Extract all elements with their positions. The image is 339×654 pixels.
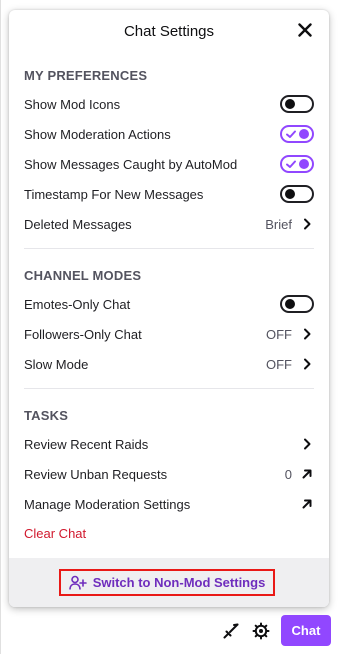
switch-to-non-mod-settings-button[interactable]: Switch to Non-Mod Settings [59,569,275,596]
toggle-knob [299,159,309,169]
check-icon [286,160,296,168]
row-show-moderation-actions[interactable]: Show Moderation Actions [24,122,314,146]
row-label: Review Unban Requests [24,466,168,482]
chat-settings-button[interactable] [251,621,271,641]
external-link-arrow-icon [300,497,314,511]
chevron-right-icon [300,217,314,231]
external-link-arrow-icon [300,467,314,481]
row-label: Deleted Messages [24,216,132,232]
row-followers-only-chat[interactable]: Followers-Only Chat OFF [24,322,314,346]
chevron-right-icon [300,437,314,451]
chat-settings-page: Chat Settings MY PREFERENCES Show Mod Ic… [0,0,339,654]
section-title-my-preferences: MY PREFERENCES [24,68,148,83]
deleted-messages-value: Brief [265,216,292,232]
panel-title: Chat Settings [123,23,215,40]
close-icon [298,23,312,37]
show-mod-icons-toggle[interactable] [280,95,314,113]
close-button[interactable] [295,20,315,40]
timestamp-toggle[interactable] [280,185,314,203]
toggle-knob [299,129,309,139]
row-label: Show Mod Icons [24,96,121,112]
slow-mode-value: OFF [266,356,292,372]
mod-tools-button[interactable] [221,621,241,641]
row-label: Show Moderation Actions [24,126,171,142]
panel-footer: Switch to Non-Mod Settings [9,558,329,607]
section-divider [24,388,314,389]
row-label: Slow Mode [24,356,89,372]
row-clear-chat[interactable]: Clear Chat [24,521,314,545]
toggle-knob [285,99,295,109]
gear-icon [252,622,270,639]
toggle-knob [285,299,295,309]
row-label: Followers-Only Chat [24,326,142,342]
show-moderation-actions-toggle[interactable] [280,125,314,143]
row-timestamp-for-new-messages[interactable]: Timestamp For New Messages [24,182,314,206]
row-show-messages-caught-by-automod[interactable]: Show Messages Caught by AutoMod [24,152,314,176]
row-label: Review Recent Raids [24,436,149,452]
row-review-unban-requests[interactable]: Review Unban Requests 0 [24,462,314,486]
user-add-icon [68,575,87,590]
left-edge-divider [0,0,1,654]
row-deleted-messages[interactable]: Deleted Messages Brief [24,212,314,236]
row-emotes-only-chat[interactable]: Emotes-Only Chat [24,292,314,316]
row-manage-moderation-settings[interactable]: Manage Moderation Settings [24,492,314,516]
unban-requests-count: 0 [284,466,292,482]
section-divider [24,248,314,249]
row-label: Timestamp For New Messages [24,186,204,202]
clear-chat-label: Clear Chat [24,525,87,541]
row-show-mod-icons[interactable]: Show Mod Icons [24,92,314,116]
followers-only-value: OFF [266,326,292,342]
row-slow-mode[interactable]: Slow Mode OFF [24,352,314,376]
row-label: Emotes-Only Chat [24,296,131,312]
row-label: Manage Moderation Settings [24,496,191,512]
chat-input-bottom-bar: Chat [221,615,331,646]
chat-send-button[interactable]: Chat [281,615,331,646]
toggle-knob [285,189,295,199]
chevron-right-icon [300,357,314,371]
switch-button-label: Switch to Non-Mod Settings [92,575,266,590]
show-messages-caught-toggle[interactable] [280,155,314,173]
panel-header: Chat Settings [9,10,329,52]
section-title-channel-modes: CHANNEL MODES [24,268,142,283]
row-label: Show Messages Caught by AutoMod [24,156,238,172]
section-title-tasks: TASKS [24,408,69,423]
row-review-recent-raids[interactable]: Review Recent Raids [24,432,314,456]
sword-icon [223,623,239,638]
chevron-right-icon [300,327,314,341]
chat-settings-panel: Chat Settings MY PREFERENCES Show Mod Ic… [9,10,329,607]
emotes-only-toggle[interactable] [280,295,314,313]
check-icon [286,130,296,138]
